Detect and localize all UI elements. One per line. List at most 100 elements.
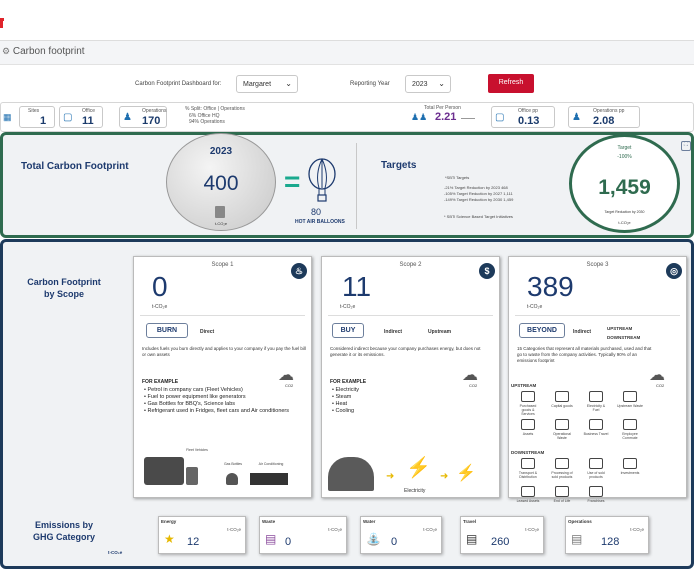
office-icon: ▢ xyxy=(63,112,73,123)
waste-value: 0 xyxy=(285,536,292,548)
people-group-icon: ♟♟ xyxy=(411,112,428,122)
year-select[interactable]: 2023 ⌄ xyxy=(405,75,451,93)
co2-label: CO2 xyxy=(469,383,478,388)
travel-unit: t-CO₂e xyxy=(525,527,539,532)
people-icon: ♟ xyxy=(572,112,581,123)
category-icon xyxy=(521,419,535,430)
equals-icon: = xyxy=(284,166,301,197)
category-label: Business Travel xyxy=(583,432,609,436)
office-pp-stat: ▢ Office pp 0.13 xyxy=(491,106,555,128)
scope-2-header: Scope 2 xyxy=(399,262,422,268)
bus-icon: ▤ xyxy=(466,532,478,546)
total-circle: 2023 400 t-CO₂e xyxy=(166,133,276,231)
co2-label: CO2 xyxy=(285,383,294,388)
operations-pp-label: Operations pp xyxy=(593,108,625,114)
category-icon xyxy=(555,486,569,497)
energy-value: 12 xyxy=(187,536,200,548)
energy-label: Energy xyxy=(161,519,177,524)
flame-icon: ♨ xyxy=(291,263,307,279)
category-icon xyxy=(623,419,637,430)
divider xyxy=(140,315,305,316)
split-stat: % Split: Office | Operations 6% Office H… xyxy=(171,106,261,128)
scope-2-example-title: FOR EXAMPLE xyxy=(330,379,367,385)
balloons-label: HOT AIR BALLOONS xyxy=(295,219,345,225)
category-icon xyxy=(589,419,603,430)
divider xyxy=(356,143,357,229)
page-header: ⚙ Carbon footprint xyxy=(0,41,694,65)
energy-unit: t-CO₂e xyxy=(227,527,241,532)
ghg-travel-card: Travel t-CO₂e ▤ 260 xyxy=(460,516,544,554)
scope-3-value: 389 xyxy=(527,271,574,302)
scope-1-header: Scope 1 xyxy=(211,262,234,268)
total-unit: t-CO₂e xyxy=(214,221,228,226)
category-icon xyxy=(623,391,637,402)
example-item: Cooling xyxy=(332,408,452,415)
arrow-right-icon: ➜ xyxy=(440,471,449,482)
scope-3-tag-indirect: Indirect xyxy=(573,329,592,335)
category-label: Operational Waste xyxy=(552,432,572,440)
co2-label: CO2 xyxy=(656,383,665,388)
hot-air-balloon-icon xyxy=(308,158,336,202)
refresh-button[interactable]: Refresh xyxy=(488,74,534,93)
scope-2-example-list: ElectricitySteamHeatCooling xyxy=(332,387,452,415)
per-person-value: 2.21 xyxy=(435,111,457,123)
scope-1-value: 0 xyxy=(152,271,168,302)
target-circle: Target -100% 1,459 Target Reduction by 2… xyxy=(569,134,680,233)
app-logo-mark xyxy=(0,18,4,28)
pylon-icon: ⚡ xyxy=(406,457,431,479)
user-select[interactable]: Margaret ⌄ xyxy=(236,75,298,93)
category-icon xyxy=(521,486,535,497)
targets-note: * SBTi Science Based Target Initiatives xyxy=(444,214,513,219)
example-item: Petrol in company cars (Fleet Vehicles) xyxy=(144,387,294,394)
scope-3-unit: t-CO₂e xyxy=(527,304,543,310)
ghg-energy-card: Energy t-CO₂e ★ 12 xyxy=(158,516,246,554)
category-icon xyxy=(623,458,637,469)
category-icon xyxy=(521,458,535,469)
gas-bottle-label: Gas Bottles xyxy=(223,462,243,466)
water-unit: t-CO₂e xyxy=(423,527,437,532)
category-label: Employee Commute xyxy=(622,432,638,440)
arrow-right-icon: ➜ xyxy=(386,471,395,482)
scope-1-card: Scope 1 ♨ 0 t-CO₂e BURN Direct Includes … xyxy=(133,256,312,498)
scope-2-tag-upstream: Upstream xyxy=(428,329,452,335)
scope-1-example-list: Petrol in company cars (Fleet Vehicles)F… xyxy=(144,387,294,415)
scope-2-desc: Considered indirect because your company… xyxy=(330,346,481,357)
scope-2-tag-indirect: Indirect xyxy=(384,329,403,335)
scope-2-unit: t-CO₂e xyxy=(340,304,356,310)
operations-stat: ♟ Operations 170 xyxy=(119,106,167,128)
sites-value: 1 xyxy=(40,115,47,127)
expand-icon[interactable]: ⛶ xyxy=(681,141,691,151)
scope-1-tag: Direct xyxy=(200,329,215,335)
office-pp-label: Office pp xyxy=(518,108,538,114)
document-icon: ▤ xyxy=(571,532,583,546)
gear-icon: ⚙ xyxy=(2,46,11,56)
target-circle-unit: t-CO₂e xyxy=(618,220,631,225)
example-item: Refrigerant used in Fridges, fleet cars … xyxy=(144,408,294,415)
category-label: Electricity & Fuel xyxy=(586,404,606,412)
ghg-title: Emissions by GHG Category xyxy=(32,520,95,542)
gas-bottle-icon xyxy=(226,473,238,485)
power-station-icon xyxy=(328,457,374,491)
air-conditioner-icon xyxy=(250,473,288,485)
page-title: Carbon footprint xyxy=(12,46,85,57)
category-label: Use of sold products xyxy=(587,471,605,479)
total-footprint-title: Total Carbon Footprint xyxy=(21,161,129,172)
cloud-upload-icon: ☁ xyxy=(462,367,478,384)
operations-value: 128 xyxy=(601,536,620,548)
people-icon: ♟ xyxy=(123,112,132,123)
example-item: Steam xyxy=(332,394,452,401)
ghg-water-card: Water t-CO₂e ⛲ 0 xyxy=(360,516,442,554)
split-operations: 94% Operations xyxy=(189,119,225,125)
travel-label: Travel xyxy=(463,519,477,524)
target-lines: -21% Target Reduction by 2023 468 -105% T… xyxy=(444,185,513,203)
target-circle-pct: -100% xyxy=(617,154,632,160)
operations-unit: t-CO₂e xyxy=(630,527,644,532)
operations-label: Operations xyxy=(568,519,592,524)
category-label: Franchises xyxy=(587,499,605,503)
scope-2-card: Scope 2 $ 11 t-CO₂e BUY Indirect Upstrea… xyxy=(321,256,500,498)
divider xyxy=(515,315,680,316)
category-label: Investments xyxy=(620,471,640,475)
ghg-operations-card: Operations t-CO₂e ▤ 128 xyxy=(565,516,649,554)
scope-3-desc: 15 Categories that represent all materia… xyxy=(517,346,652,363)
globe-icon: ◎ xyxy=(666,263,682,279)
